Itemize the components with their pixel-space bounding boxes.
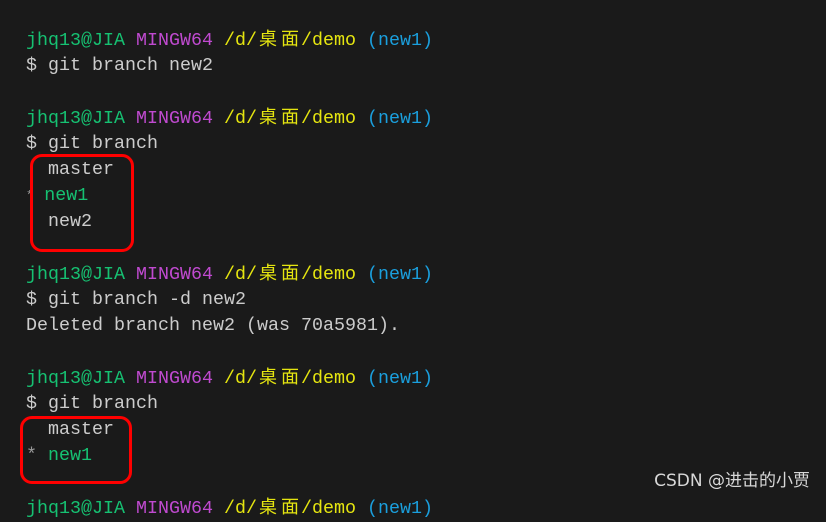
prompt-path: /d/桌面/demo <box>224 29 356 51</box>
prompt-line-partial: jhq13@JIA MINGW64 /d/桌面/demo (new1) <box>26 497 433 519</box>
highlight-box <box>20 416 132 484</box>
prompt-line: jhq13@JIA MINGW64 /d/桌面/demo (new1) <box>26 367 433 389</box>
prompt-line: jhq13@JIA MINGW64 /d/桌面/demo (new1) <box>26 263 433 285</box>
command-line: $ git branch -d new2 <box>26 289 246 310</box>
highlight-box <box>30 154 134 252</box>
prompt-user: jhq13@JIA <box>26 30 125 51</box>
command-output: Deleted branch new2 (was 70a5981). <box>26 315 400 336</box>
watermark: CSDN @进击的小贾 <box>654 471 810 491</box>
prompt-branch: (new1) <box>367 30 433 51</box>
prompt-line: jhq13@JIA MINGW64 /d/桌面/demo (new1) <box>26 27 433 53</box>
command-line: $ git branch new2 <box>26 55 213 76</box>
command-line: $ git branch <box>26 393 158 414</box>
prompt-line: jhq13@JIA MINGW64 /d/桌面/demo (new1) <box>26 107 433 129</box>
prompt-system: MINGW64 <box>136 30 213 51</box>
